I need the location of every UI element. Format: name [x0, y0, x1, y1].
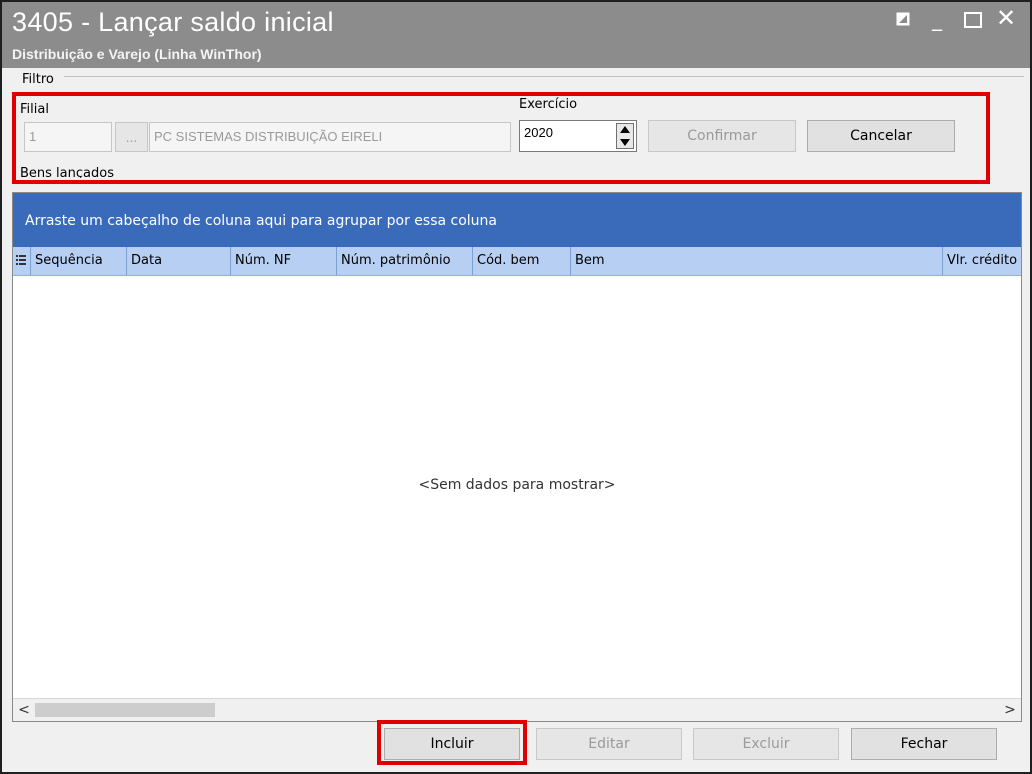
filial-lookup-button[interactable]: ... [115, 122, 148, 152]
group-by-hint: Arraste um cabeçalho de coluna aqui para… [25, 213, 498, 229]
cancel-button[interactable]: Cancelar [807, 120, 955, 152]
filial-code-field[interactable]: 1 [24, 122, 112, 152]
exercicio-spinner[interactable]: 2020 [519, 120, 637, 152]
fechar-button[interactable]: Fechar [851, 728, 997, 760]
editar-button[interactable]: Editar [536, 728, 682, 760]
filial-label: Filial [20, 102, 49, 117]
title-bar[interactable]: 3405 - Lançar saldo inicial Distribuição… [2, 2, 1030, 68]
column-header-num-nf[interactable]: Núm. NF [231, 247, 337, 275]
spin-down-icon[interactable] [620, 139, 630, 146]
scroll-left-icon[interactable]: < [15, 701, 33, 719]
exercicio-value[interactable]: 2020 [524, 125, 553, 140]
grid-header-row: Sequência Data Núm. NF Núm. patrimônio C… [13, 247, 1021, 276]
column-header-num-patrimonio[interactable]: Núm. patrimônio [337, 247, 473, 275]
filtro-divider [64, 76, 1024, 77]
excluir-button[interactable]: Excluir [693, 728, 839, 760]
minimize-icon[interactable]: _ [932, 9, 942, 29]
filtro-group-label: Filtro [22, 72, 54, 87]
bens-group-label: Bens lançados [20, 166, 114, 178]
column-header-cod-bem[interactable]: Cód. bem [473, 247, 571, 275]
column-header-bem[interactable]: Bem [571, 247, 943, 275]
filial-name-field: PC SISTEMAS DISTRIBUIÇÃO EIRELI [149, 122, 511, 152]
spin-up-icon[interactable] [620, 126, 630, 133]
spinner-arrows[interactable] [616, 123, 634, 149]
maximize-icon[interactable] [964, 12, 982, 28]
incluir-button[interactable]: Incluir [384, 728, 520, 760]
confirm-button[interactable]: Confirmar [648, 120, 796, 152]
scroll-thumb[interactable] [35, 703, 215, 717]
scroll-right-icon[interactable]: > [1001, 701, 1019, 719]
close-icon[interactable]: ✕ [996, 4, 1016, 32]
bens-grid[interactable]: Arraste um cabeçalho de coluna aqui para… [12, 192, 1022, 722]
empty-grid-message: <Sem dados para mostrar> [418, 477, 616, 493]
main-window: 3405 - Lançar saldo inicial Distribuição… [0, 0, 1032, 774]
horizontal-scrollbar[interactable]: < > [13, 698, 1021, 721]
column-header-sequencia[interactable]: Sequência [31, 247, 127, 275]
exercicio-label: Exercício [519, 97, 578, 112]
column-header-data[interactable]: Data [127, 247, 231, 275]
column-chooser-icon[interactable] [13, 247, 31, 275]
column-header-vlr-credito[interactable]: Vlr. crédito [943, 247, 1021, 275]
restore-icon[interactable] [896, 12, 910, 26]
window-title: 3405 - Lançar saldo inicial [12, 7, 334, 37]
window-subtitle: Distribuição e Varejo (Linha WinThor) [12, 46, 262, 62]
group-by-panel[interactable]: Arraste um cabeçalho de coluna aqui para… [13, 193, 1021, 247]
